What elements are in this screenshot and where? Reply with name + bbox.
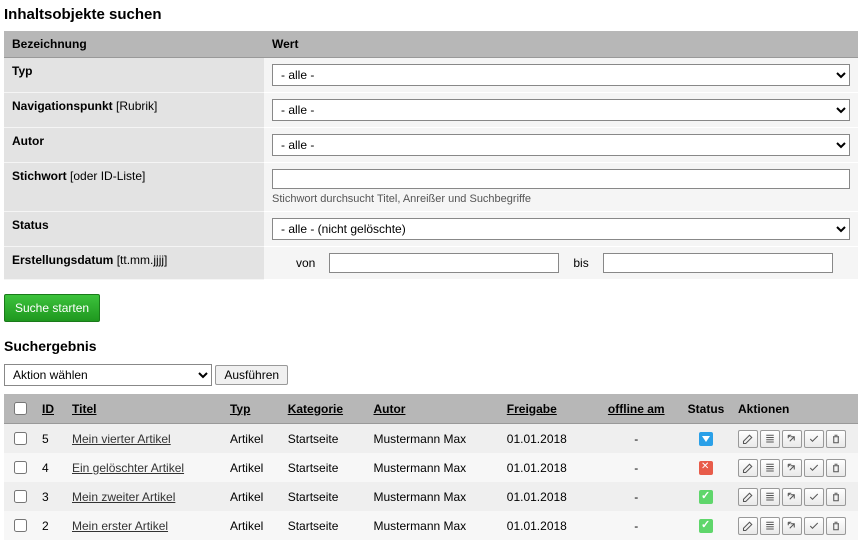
select-all-checkbox[interactable] [14,402,27,415]
filter-label-autor: Autor [4,128,264,163]
table-row: 2 Mein erster Artikel ArtikelStartseiteMus… [4,511,858,540]
filter-header-value: Wert [264,31,858,58]
open-link-icon[interactable] [782,430,802,448]
row-title-link[interactable]: Mein vierter Artikel [72,432,171,446]
row-typ: Artikel [224,482,282,511]
filter-select-status[interactable]: - alle - (nicht gelöschte) [272,218,850,240]
row-checkbox[interactable] [14,461,27,474]
date-bis-label: bis [573,256,588,270]
filter-select-nav[interactable]: - alle - [272,99,850,121]
row-id: 2 [36,511,66,540]
row-kategorie: Startseite [282,511,368,540]
batch-execute-button[interactable]: Ausführen [215,365,288,385]
header-id[interactable]: ID [42,402,54,416]
filter-label-status: Status [4,212,264,247]
date-bis-input[interactable] [603,253,833,273]
edit-icon[interactable] [738,517,758,535]
status-blue-icon [699,432,713,446]
row-offline: - [593,511,680,540]
header-freigabe[interactable]: Freigabe [507,402,557,416]
edit-icon[interactable] [738,488,758,506]
status-red-icon [699,461,713,475]
header-titel[interactable]: Titel [72,402,96,416]
delete-icon[interactable] [826,488,846,506]
header-aktionen: Aktionen [732,394,858,424]
filter-select-typ[interactable]: - alle - [272,64,850,86]
header-autor[interactable]: Autor [373,402,405,416]
filter-header-label: Bezeichnung [4,31,264,58]
delete-icon[interactable] [826,517,846,535]
status-green-icon [699,490,713,504]
row-kategorie: Startseite [282,482,368,511]
open-link-icon[interactable] [782,459,802,477]
row-offline: - [593,424,680,454]
row-title-link[interactable]: Mein zweiter Artikel [72,490,175,504]
list-icon[interactable] [760,430,780,448]
row-typ: Artikel [224,453,282,482]
filter-label-nav: Navigationspunkt [Rubrik] [4,93,264,128]
edit-icon[interactable] [738,459,758,477]
table-row: 4 Ein gelöschter Artikel ArtikelStartseite… [4,453,858,482]
filter-select-autor[interactable]: - alle - [272,134,850,156]
filter-label-erstellung: Erstellungsdatum [tt.mm.jjjj] [4,247,264,280]
table-row: 5 Mein vierter Artikel ArtikelStartseiteMu… [4,424,858,454]
row-autor: Mustermann Max [367,511,500,540]
header-status: Status [680,394,732,424]
filter-table: Bezeichnung Wert Typ - alle - Navigation… [4,31,858,280]
filter-label-typ: Typ [4,58,264,93]
row-id: 5 [36,424,66,454]
results-title: Suchergebnis [4,338,858,354]
header-kategorie[interactable]: Kategorie [288,402,343,416]
edit-icon[interactable] [738,430,758,448]
row-autor: Mustermann Max [367,453,500,482]
header-offline[interactable]: offline am [608,402,665,416]
row-offline: - [593,453,680,482]
approve-icon[interactable] [804,488,824,506]
row-title-link[interactable]: Ein gelöschter Artikel [72,461,184,475]
delete-icon[interactable] [826,430,846,448]
results-table: ID Titel Typ Kategorie Autor Freigabe of… [4,394,858,540]
approve-icon[interactable] [804,430,824,448]
approve-icon[interactable] [804,459,824,477]
row-offline: - [593,482,680,511]
row-kategorie: Startseite [282,453,368,482]
filter-hint-stichwort: Stichwort durchsucht Titel, Anreißer und… [272,193,850,205]
row-autor: Mustermann Max [367,424,500,454]
filter-input-stichwort[interactable] [272,169,850,189]
table-row: 3 Mein zweiter Artikel ArtikelStartseiteMu… [4,482,858,511]
row-title-link[interactable]: Mein erster Artikel [72,519,168,533]
filter-label-stichwort: Stichwort [oder ID-Liste] [4,163,264,212]
page-title: Inhaltsobjekte suchen [4,6,858,23]
row-freigabe: 01.01.2018 [501,424,593,454]
row-freigabe: 01.01.2018 [501,453,593,482]
status-green-icon [699,519,713,533]
row-kategorie: Startseite [282,424,368,454]
search-submit-button[interactable]: Suche starten [4,294,100,322]
open-link-icon[interactable] [782,488,802,506]
list-icon[interactable] [760,488,780,506]
open-link-icon[interactable] [782,517,802,535]
row-id: 3 [36,482,66,511]
row-typ: Artikel [224,511,282,540]
row-freigabe: 01.01.2018 [501,511,593,540]
row-id: 4 [36,453,66,482]
header-typ[interactable]: Typ [230,402,250,416]
row-checkbox[interactable] [14,432,27,445]
list-icon[interactable] [760,459,780,477]
date-von-label: von [296,256,315,270]
list-icon[interactable] [760,517,780,535]
delete-icon[interactable] [826,459,846,477]
row-typ: Artikel [224,424,282,454]
row-checkbox[interactable] [14,490,27,503]
batch-action-select[interactable]: Aktion wählen [4,364,212,386]
row-freigabe: 01.01.2018 [501,482,593,511]
approve-icon[interactable] [804,517,824,535]
batch-action-bar: Aktion wählen Ausführen [4,364,858,386]
row-checkbox[interactable] [14,519,27,532]
row-autor: Mustermann Max [367,482,500,511]
date-von-input[interactable] [329,253,559,273]
